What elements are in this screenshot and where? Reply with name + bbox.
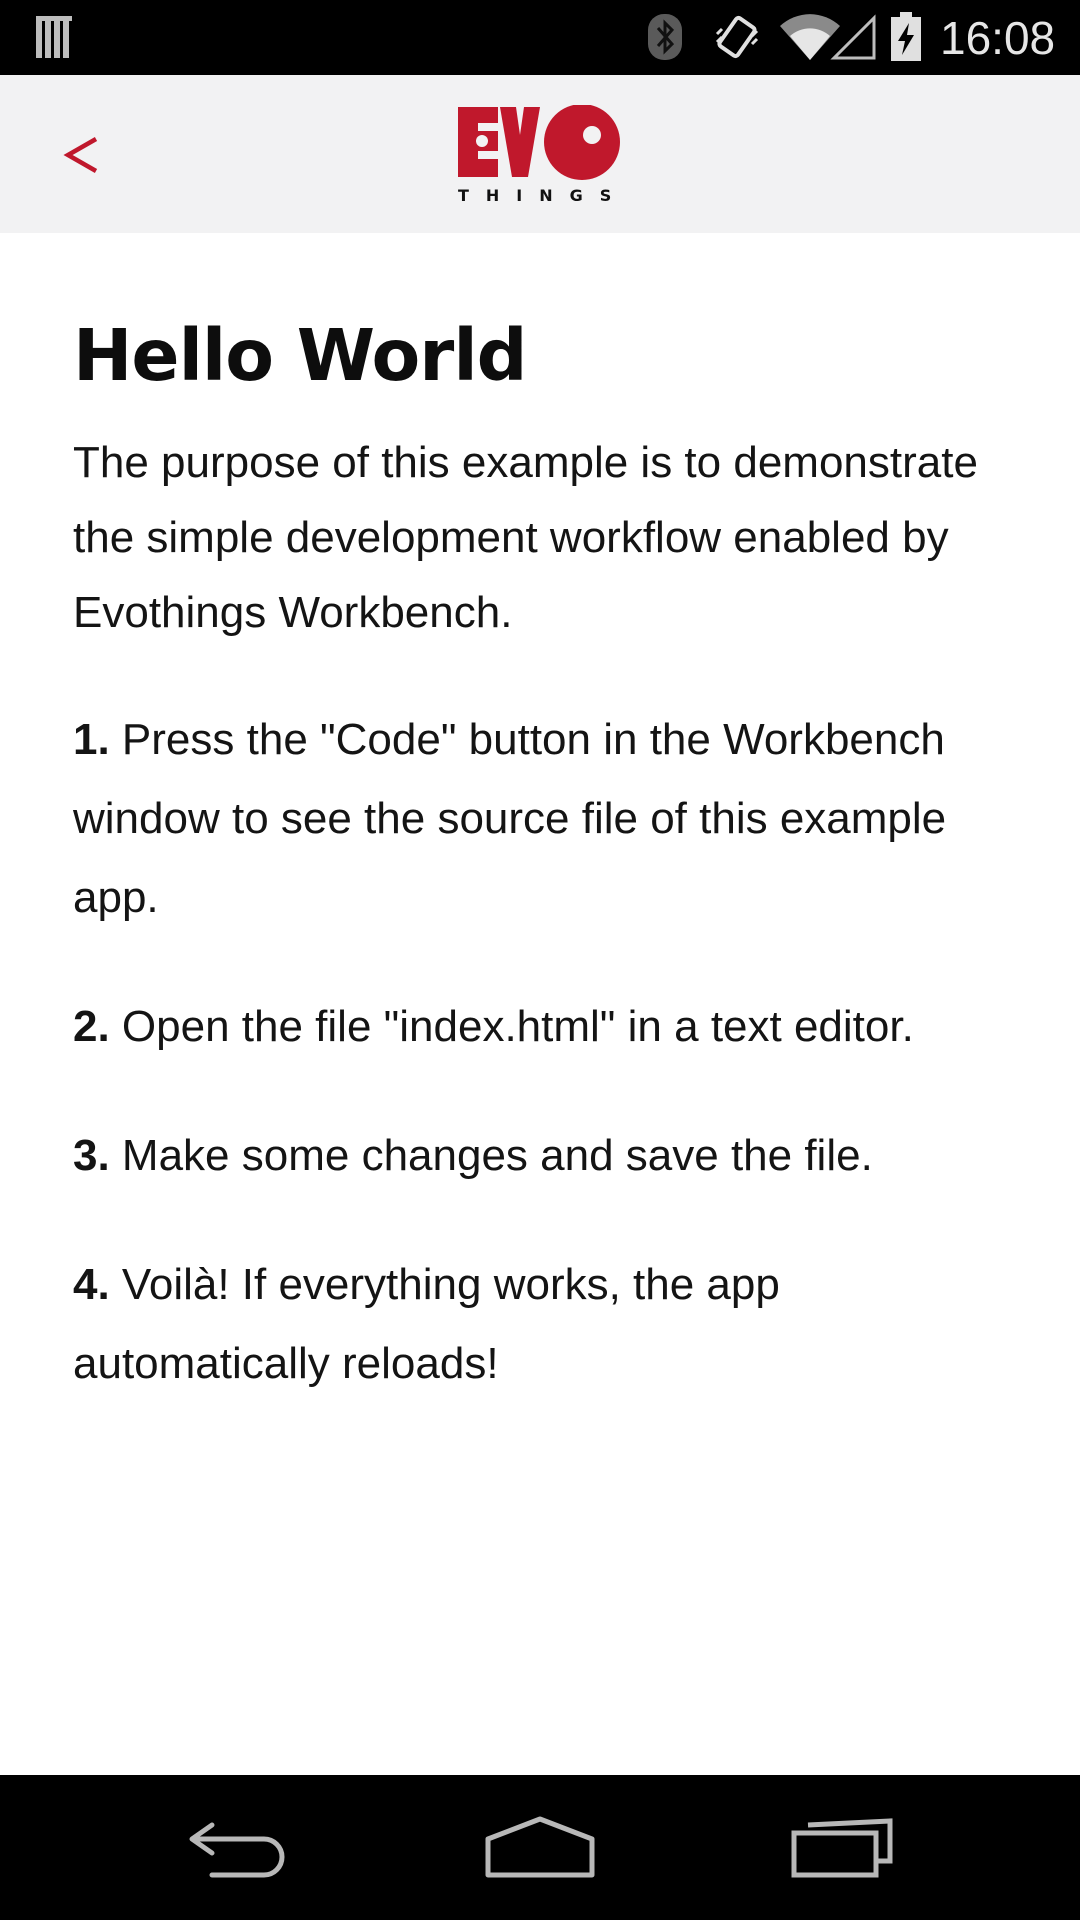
step-text: Press the "Code" button in the Workbench…	[73, 715, 947, 922]
vibrate-icon	[715, 15, 759, 59]
step-number: 3.	[73, 1131, 110, 1180]
step-item: 2. Open the file "index.html" in a text …	[73, 987, 1013, 1066]
status-time: 16:08	[940, 12, 1056, 64]
step-text: Voilà! If everything works, the app auto…	[73, 1260, 780, 1388]
nav-home-icon[interactable]	[484, 1815, 596, 1879]
page-title: Hello World	[73, 314, 527, 397]
step-item: 3. Make some changes and save the file.	[73, 1116, 1013, 1195]
step-text: Make some changes and save the file.	[109, 1131, 873, 1180]
svg-text:THINGS: THINGS	[458, 186, 624, 205]
navigation-bar	[0, 1775, 1080, 1920]
step-item: 4. Voilà! If everything works, the app a…	[73, 1245, 1013, 1403]
nav-recents-icon[interactable]	[790, 1815, 894, 1879]
step-text: Open the file "index.html" in a text edi…	[109, 1002, 914, 1051]
nav-back-icon[interactable]	[186, 1817, 290, 1879]
back-arrow-icon[interactable]	[56, 117, 112, 193]
step-item: 1. Press the "Code" button in the Workbe…	[73, 700, 1013, 937]
step-number: 1.	[73, 715, 110, 764]
status-bar: 16:08	[0, 0, 1080, 75]
intro-paragraph: The purpose of this example is to demons…	[73, 438, 978, 637]
step-number: 2.	[73, 1002, 110, 1051]
signal-icon	[830, 14, 876, 60]
app-header: THINGS	[0, 75, 1080, 233]
notification-bars-icon	[36, 16, 72, 58]
step-number: 4.	[73, 1260, 110, 1309]
evothings-logo: THINGS	[458, 105, 624, 205]
bluetooth-icon	[648, 14, 682, 60]
main-content: Hello World The purpose of this example …	[73, 233, 1013, 1403]
battery-charging-icon	[891, 12, 921, 61]
